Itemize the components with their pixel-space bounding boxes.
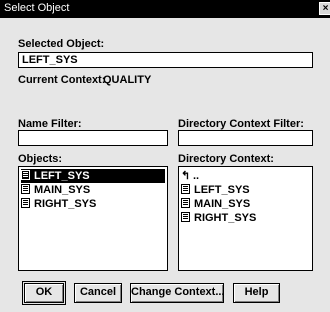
list-item[interactable]: LEFT_SYS (181, 183, 250, 197)
object-icon (181, 184, 190, 194)
selected-object-field[interactable]: LEFT_SYS (18, 52, 313, 68)
list-item[interactable]: ↰.. (181, 169, 199, 183)
current-context-label: Current Context: (18, 74, 106, 86)
help-button[interactable]: Help (233, 283, 280, 303)
directory-context-filter-label: Directory Context Filter: (178, 118, 304, 130)
objects-label: Objects: (18, 153, 63, 165)
object-icon (181, 198, 190, 208)
window-title: Select Object (4, 2, 70, 14)
current-context-value: QUALITY (103, 74, 152, 86)
list-item[interactable]: LEFT_SYS (21, 169, 165, 183)
select-object-dialog: Select Object × Selected Object: LEFT_SY… (0, 0, 330, 312)
list-item[interactable]: RIGHT_SYS (181, 211, 256, 225)
objects-list[interactable]: LEFT_SYS MAIN_SYS RIGHT_SYS (18, 166, 168, 271)
object-icon (21, 170, 30, 180)
cancel-button[interactable]: Cancel (74, 283, 122, 303)
name-filter-input[interactable] (18, 130, 168, 146)
list-item[interactable]: MAIN_SYS (181, 197, 250, 211)
parent-directory-icon: ↰ (181, 170, 191, 182)
close-button[interactable]: × (319, 2, 330, 15)
directory-context-label: Directory Context: (178, 153, 274, 165)
list-item[interactable]: RIGHT_SYS (21, 197, 96, 211)
name-filter-label: Name Filter: (18, 118, 82, 130)
ok-button[interactable]: OK (22, 281, 66, 305)
directory-context-list[interactable]: ↰.. LEFT_SYS MAIN_SYS RIGHT_SYS (178, 166, 313, 271)
change-context-button[interactable]: Change Context... (130, 283, 225, 303)
object-icon (181, 212, 190, 222)
selected-object-label: Selected Object: (18, 38, 105, 50)
title-bar: Select Object × (0, 0, 330, 18)
object-icon (21, 184, 30, 194)
directory-context-filter-input[interactable] (178, 130, 313, 146)
list-item[interactable]: MAIN_SYS (21, 183, 90, 197)
object-icon (21, 198, 30, 208)
